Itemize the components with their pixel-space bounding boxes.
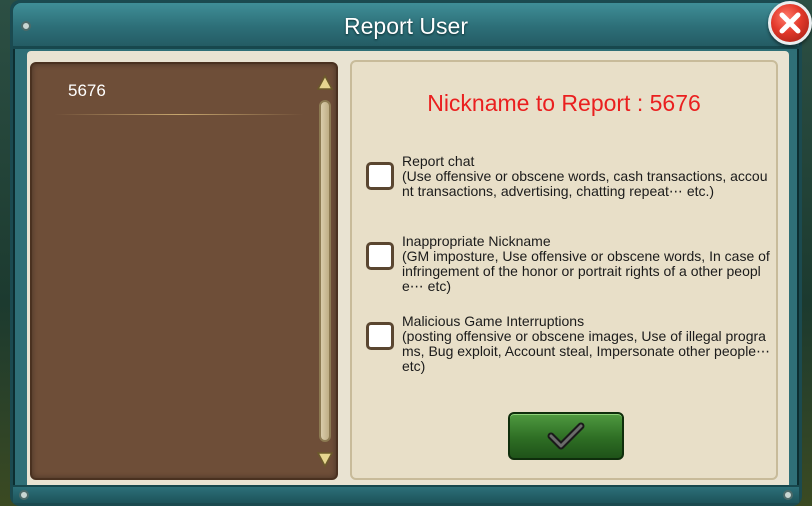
option-heading: Inappropriate Nickname	[402, 233, 551, 249]
nickname-title: Nickname to Report : 5676	[427, 90, 701, 116]
checkmark-icon	[547, 422, 585, 450]
option-description: (GM imposture, Use offensive or obscene …	[402, 248, 770, 294]
game-background: Report User 5676 Nickname to Report : 56…	[0, 0, 812, 506]
scrollbar-track[interactable]	[319, 100, 331, 442]
close-x-icon	[779, 12, 801, 34]
title-bar: Report User	[13, 3, 799, 49]
option-text: Malicious Game Interruptions (posting of…	[402, 314, 774, 374]
triangle-up-icon	[316, 74, 334, 90]
dialog-bottom-bar	[13, 485, 799, 503]
rivet-icon	[783, 490, 793, 500]
scroll-up-button[interactable]	[316, 74, 334, 92]
confirm-button[interactable]	[508, 412, 624, 460]
option-inappropriate-nickname[interactable]: Inappropriate Nickname (GM imposture, Us…	[366, 232, 770, 294]
report-panel: Nickname to Report : 5676 Report chat (U…	[350, 60, 778, 480]
list-item[interactable]: 5676	[52, 78, 302, 116]
close-button[interactable]	[768, 1, 812, 45]
option-text: Inappropriate Nickname (GM imposture, Us…	[402, 234, 774, 294]
option-heading: Malicious Game Interruptions	[402, 313, 585, 329]
scroll-down-button[interactable]	[316, 450, 334, 468]
option-report-chat[interactable]: Report chat (Use offensive or obscene wo…	[366, 152, 767, 214]
option-text: Report chat (Use offensive or obscene wo…	[402, 154, 774, 199]
dialog-title: Report User	[344, 13, 468, 39]
checkbox[interactable]	[366, 322, 394, 350]
checkbox[interactable]	[366, 242, 394, 270]
option-description: (posting offensive or obscene images, Us…	[402, 328, 771, 374]
option-description: (Use offensive or obscene words, cash tr…	[402, 168, 768, 199]
triangle-down-icon	[316, 452, 334, 468]
rivet-icon	[19, 490, 29, 500]
user-list-panel: 5676	[30, 62, 338, 480]
checkbox[interactable]	[366, 162, 394, 190]
list-divider	[54, 114, 304, 115]
option-malicious-interruptions[interactable]: Malicious Game Interruptions (posting of…	[366, 312, 770, 374]
option-heading: Report chat	[402, 153, 475, 169]
